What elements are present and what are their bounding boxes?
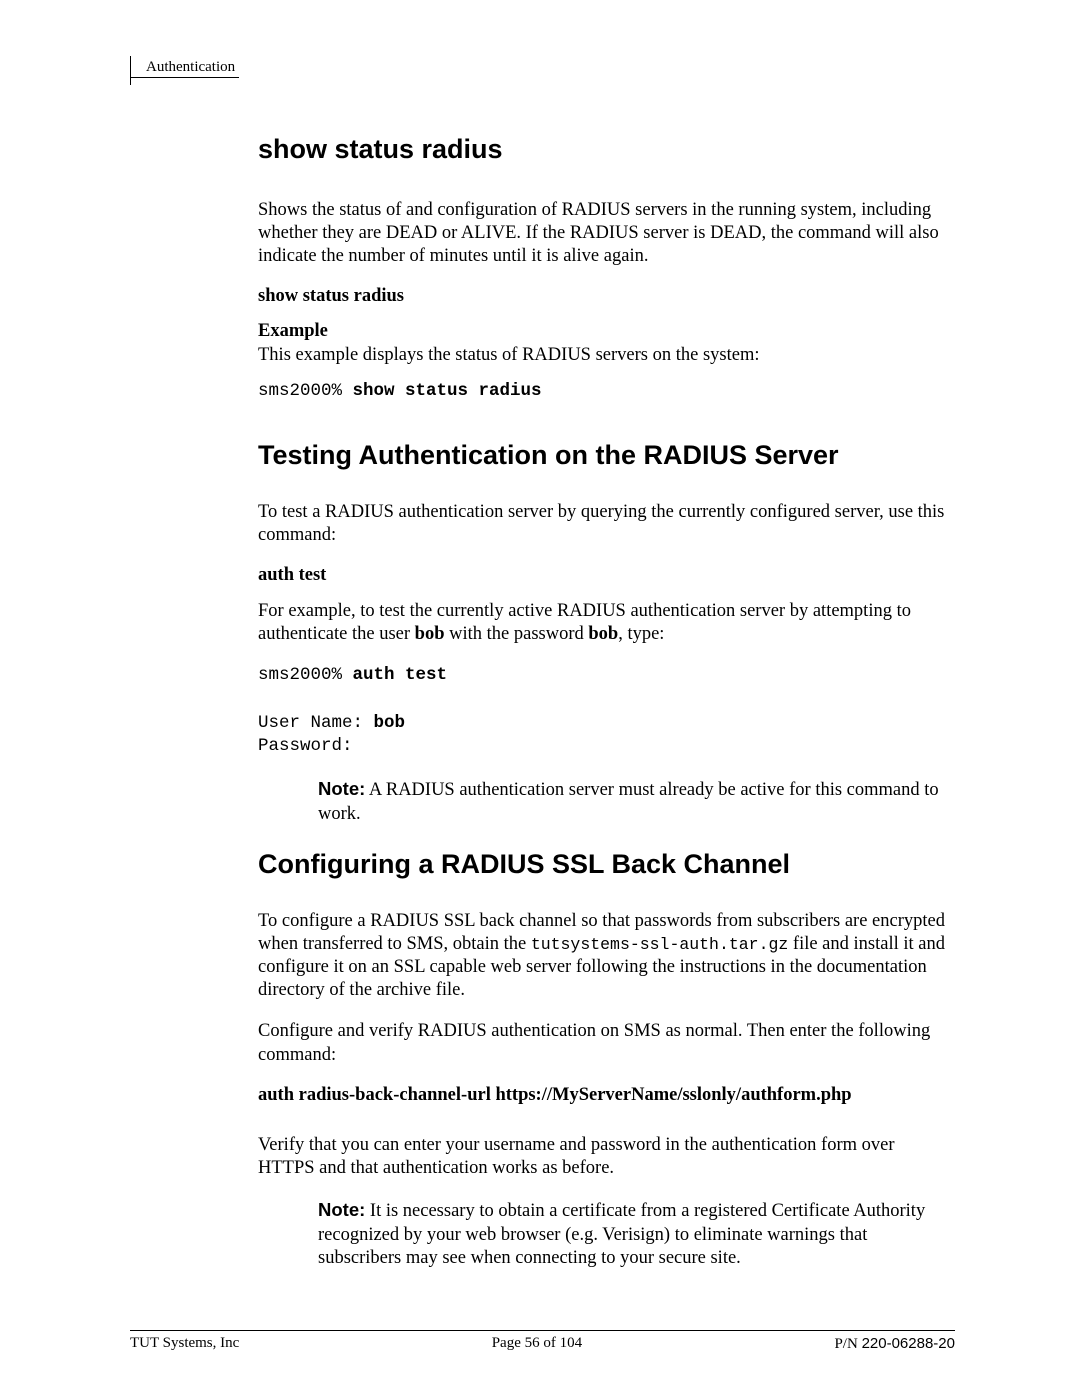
note-label: Note:	[318, 778, 365, 799]
heading-ssl-back: Configuring a RADIUS SSL Back Channel	[258, 848, 955, 882]
prompt: sms2000%	[258, 381, 353, 401]
footer-right: P/N 220-06288-20	[834, 1335, 955, 1353]
note-auth-test: Note: A RADIUS authentication server mus…	[318, 777, 955, 826]
ssl-p2: Configure and verify RADIUS authenticati…	[258, 1020, 955, 1066]
running-header: Authentication	[130, 59, 239, 78]
example-code: sms2000% show status radius	[258, 380, 955, 404]
footer-left: TUT Systems, Inc	[130, 1335, 239, 1353]
show-status-syntax: show status radius	[258, 286, 955, 307]
note-text: A RADIUS authentication server must alre…	[318, 780, 939, 824]
heading-show-status-radius: show status radius	[258, 134, 955, 165]
user-label: User Name:	[258, 713, 374, 733]
password-line: Password:	[258, 736, 353, 756]
ssl-cmd: auth radius-back-channel-url https://MyS…	[258, 1085, 955, 1106]
ssl-filename: tutsystems-ssl-auth.tar.gz	[531, 935, 788, 954]
user-val: bob	[374, 713, 406, 733]
auth-test-syntax: auth test	[258, 565, 955, 586]
example-label: Example	[258, 321, 955, 342]
heading-testing-auth: Testing Authentication on the RADIUS Ser…	[258, 439, 955, 473]
note-ssl: Note: It is necessary to obtain a certif…	[318, 1198, 955, 1271]
ssl-p1: To configure a RADIUS SSL back channel s…	[258, 910, 955, 1003]
footer-rule	[130, 1330, 955, 1331]
example-desc: This example displays the status of RADI…	[258, 344, 955, 367]
prompt2: sms2000%	[258, 665, 353, 685]
footer-center: Page 56 of 104	[492, 1335, 582, 1353]
show-status-desc: Shows the status of and configuration of…	[258, 199, 955, 268]
running-header-text: Authentication	[146, 59, 235, 75]
auth-test-code: sms2000% auth test User Name: bob Passwo…	[258, 664, 955, 759]
example-block: Example This example displays the status…	[258, 321, 955, 403]
testing-auth-intro: To test a RADIUS authentication server b…	[258, 501, 955, 547]
note-label2: Note:	[318, 1199, 365, 1220]
note-text2: It is necessary to obtain a certificate …	[318, 1201, 925, 1268]
testing-auth-example-desc: For example, to test the currently activ…	[258, 600, 955, 646]
page: Authentication show status radius Shows …	[0, 0, 1080, 1397]
command: show status radius	[353, 381, 542, 401]
ssl-p3: Verify that you can enter your username …	[258, 1134, 955, 1180]
content-area: show status radius Shows the status of a…	[258, 134, 955, 1271]
command2: auth test	[353, 665, 448, 685]
footer: TUT Systems, Inc Page 56 of 104 P/N 220-…	[130, 1330, 955, 1353]
